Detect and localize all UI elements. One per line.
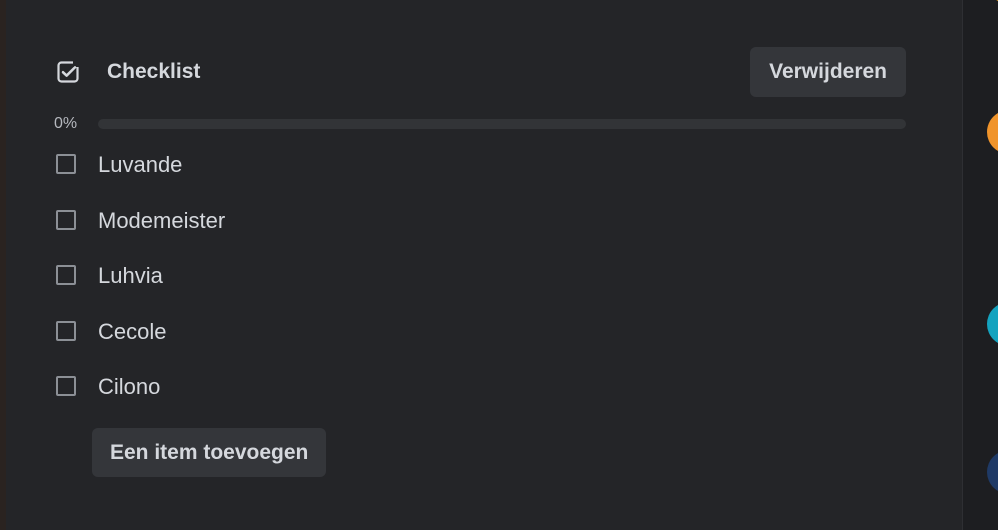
item-label[interactable]: Modemeister: [98, 208, 225, 234]
avatar[interactable]: [987, 450, 998, 494]
avatar[interactable]: [987, 110, 998, 154]
item-label[interactable]: Luvande: [98, 152, 182, 178]
checklist-item[interactable]: Modemeister: [50, 194, 906, 250]
checklist-progress: 0%: [50, 112, 906, 136]
checklist-item[interactable]: Luhvia: [50, 249, 906, 305]
checkbox-checked-icon: [56, 60, 80, 84]
progress-percentage: 0%: [54, 115, 78, 132]
item-label[interactable]: Cilono: [98, 374, 160, 400]
item-checkbox[interactable]: [56, 154, 76, 174]
checklist-items: Luvande Modemeister Luhvia Cecole Cilono: [50, 138, 906, 416]
checklist-item[interactable]: Luvande: [50, 138, 906, 194]
item-label[interactable]: Cecole: [98, 319, 166, 345]
checklist-panel: Checklist Verwijderen 0% Luvande Modemei…: [6, 0, 962, 530]
checklist-title: Checklist: [107, 60, 201, 83]
checklist-item[interactable]: Cecole: [50, 305, 906, 361]
checklist-item[interactable]: Cilono: [50, 360, 906, 416]
delete-checklist-button[interactable]: Verwijderen: [750, 47, 906, 97]
item-checkbox[interactable]: [56, 320, 76, 341]
avatar[interactable]: [987, 0, 998, 4]
item-checkbox[interactable]: [56, 376, 76, 396]
progress-bar: [98, 119, 906, 129]
item-checkbox[interactable]: [56, 209, 76, 230]
item-label[interactable]: Luhvia: [98, 263, 163, 289]
add-item-button[interactable]: Een item toevoegen: [92, 428, 327, 477]
checklist-header: Checklist Verwijderen: [50, 46, 906, 98]
card-detail-window: Checklist Verwijderen 0% Luvande Modemei…: [0, 0, 998, 530]
item-checkbox[interactable]: [56, 265, 76, 285]
activity-sidebar: [963, 0, 998, 530]
avatar[interactable]: [987, 302, 998, 346]
